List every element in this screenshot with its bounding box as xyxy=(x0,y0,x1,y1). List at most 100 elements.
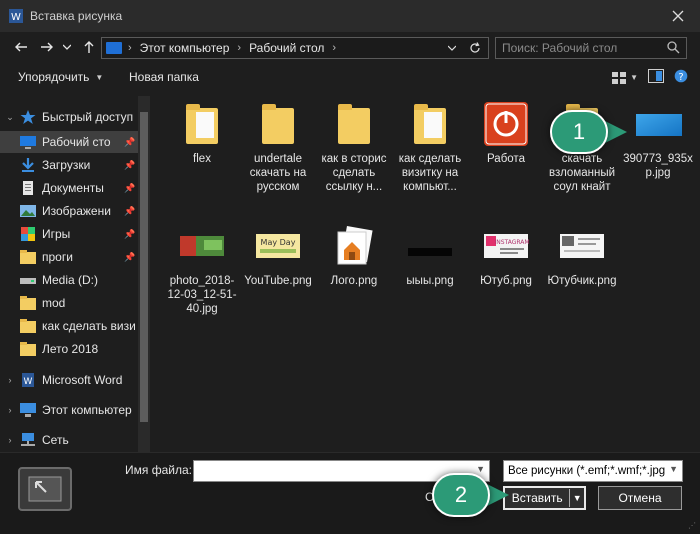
filename-input[interactable] xyxy=(194,461,469,481)
sidebar-item-media-d[interactable]: Media (D:) xyxy=(0,269,138,291)
file-name: ыыы.png xyxy=(406,275,454,287)
folder-icon xyxy=(20,319,36,333)
sidebar-item-progi[interactable]: проги 📌 xyxy=(0,246,138,268)
file-name: Лого.png xyxy=(330,275,378,287)
image-thumbnail-photo xyxy=(178,222,226,270)
organize-button[interactable]: Упорядочить ▼ xyxy=(18,70,103,84)
new-folder-button[interactable]: Новая папка xyxy=(129,70,199,84)
annotation-badge-2: 2 xyxy=(432,473,490,517)
organize-label: Упорядочить xyxy=(18,70,90,84)
sidebar-item-label: Документы xyxy=(42,181,104,195)
sidebar-item-mod[interactable]: mod xyxy=(0,292,138,314)
pin-icon: 📌 xyxy=(124,136,136,147)
word-icon: W xyxy=(9,9,23,23)
sidebar-item-documents[interactable]: Документы 📌 xyxy=(0,177,138,199)
file-item-rabota[interactable]: Работа xyxy=(468,100,544,166)
close-icon xyxy=(672,10,684,22)
cancel-label: Отмена xyxy=(618,491,662,505)
file-name: как сделать визитку на компьют... xyxy=(398,153,462,193)
computer-icon xyxy=(106,42,122,54)
file-item-yutubchik-png[interactable]: Ютубчик.png xyxy=(544,222,620,288)
preview-pane-icon xyxy=(648,69,664,83)
documents-icon xyxy=(23,181,33,195)
sidebar-item-label: как сделать визи xyxy=(42,319,136,333)
expand-chevron-icon[interactable]: › xyxy=(4,405,16,415)
help-icon: ? xyxy=(674,69,688,83)
sidebar-item-microsoft-word[interactable]: › W Microsoft Word xyxy=(0,369,138,391)
window-title: Вставка рисунка xyxy=(30,9,123,23)
help-button[interactable]: ? xyxy=(674,69,688,86)
file-name: undertale скачать на русском xyxy=(249,153,307,193)
sidebar-item-label: Быстрый доступ xyxy=(42,110,134,124)
filename-label: Имя файла: xyxy=(125,463,192,477)
view-mode-button[interactable]: ▼ xyxy=(612,71,638,84)
sidebar-scrollbar[interactable] xyxy=(138,96,150,452)
cancel-button[interactable]: Отмена xyxy=(598,486,682,510)
image-thumbnail-instagram: INSTAGRAM xyxy=(482,222,530,270)
scrollbar-thumb[interactable] xyxy=(140,112,148,422)
address-dropdown-button[interactable] xyxy=(444,38,460,58)
file-item-390773[interactable]: 390773_935xp.jpg xyxy=(620,100,696,180)
pin-icon: 📌 xyxy=(124,182,136,193)
filetype-select[interactable]: Все рисунки (*.emf;*.wmf;*.jpg ▼ xyxy=(503,460,683,482)
sidebar-item-label: Игры xyxy=(42,227,71,241)
file-item-youtube-png[interactable]: May Day YouTube.png xyxy=(240,222,316,288)
image-thumbnail-youtube: May Day xyxy=(254,222,302,270)
breadcrumb-this-pc[interactable]: Этот компьютер xyxy=(140,41,230,55)
insert-button[interactable]: Вставить ▼ xyxy=(503,486,586,510)
breadcrumb-desktop[interactable]: Рабочий стол xyxy=(249,41,324,55)
caret-down-icon: ▼ xyxy=(95,72,104,82)
sidebar-item-summer-2018[interactable]: Лето 2018 xyxy=(0,338,138,360)
refresh-button[interactable] xyxy=(466,38,484,58)
file-item-logo-png[interactable]: Лого.png xyxy=(316,222,392,288)
sidebar-item-label: Лето 2018 xyxy=(42,342,99,356)
search-icon xyxy=(667,41,680,54)
preview-toggle-button[interactable] xyxy=(18,467,72,511)
star-icon xyxy=(20,110,36,124)
file-item-yutub-png[interactable]: INSTAGRAM Ютуб.png xyxy=(468,222,544,288)
image-thumbnail-doc xyxy=(558,222,606,270)
file-item-flex[interactable]: flex xyxy=(164,100,240,166)
navigation-pane: ⌄ Быстрый доступ Рабочий сто 📌 Загрузки … xyxy=(0,96,150,452)
sidebar-item-downloads[interactable]: Загрузки 📌 xyxy=(0,154,138,176)
insert-options-dropdown[interactable]: ▼ xyxy=(570,493,584,503)
chevron-down-icon[interactable]: ▼ xyxy=(476,464,485,474)
sidebar-item-this-pc[interactable]: › Этот компьютер xyxy=(0,399,138,421)
close-button[interactable] xyxy=(656,0,700,32)
sidebar-item-network[interactable]: › Сеть xyxy=(0,429,138,451)
resize-grip-icon[interactable]: ⋰ xyxy=(688,521,696,530)
word-icon: W xyxy=(22,373,34,387)
expand-chevron-icon[interactable]: ⌄ xyxy=(4,112,16,123)
file-item-undertale[interactable]: undertale скачать на русском xyxy=(240,100,316,194)
breadcrumb-separator-icon: › xyxy=(237,42,242,54)
sidebar-item-quick-access[interactable]: ⌄ Быстрый доступ xyxy=(0,106,138,128)
file-item-visit-card[interactable]: как сделать визитку на компьют... xyxy=(392,100,468,194)
drive-icon xyxy=(20,278,36,284)
sidebar-item-visit-card[interactable]: как сделать визи xyxy=(0,315,138,337)
address-bar[interactable]: › Этот компьютер › Рабочий стол › xyxy=(101,37,489,59)
search-input[interactable] xyxy=(496,38,662,58)
chevron-down-icon xyxy=(448,45,456,51)
file-item-yyy-png[interactable]: ыыы.png xyxy=(392,222,468,288)
svg-text:May Day: May Day xyxy=(261,238,296,247)
file-item-stories-link[interactable]: как в сторис сделать ссылку н... xyxy=(316,100,392,194)
search-box[interactable] xyxy=(495,37,687,59)
recent-locations-button[interactable] xyxy=(60,36,74,58)
up-button[interactable] xyxy=(78,36,100,58)
download-icon xyxy=(22,158,34,172)
breadcrumb-separator-icon: › xyxy=(128,42,132,54)
breadcrumb-separator-icon: › xyxy=(332,42,337,54)
sidebar-item-desktop[interactable]: Рабочий сто 📌 xyxy=(0,131,138,153)
annotation-badge-1: 1 xyxy=(550,110,608,154)
expand-chevron-icon[interactable]: › xyxy=(4,375,16,385)
sidebar-item-pictures[interactable]: Изображени 📌 xyxy=(0,200,138,222)
svg-text:?: ? xyxy=(678,72,683,83)
back-button[interactable] xyxy=(10,36,32,58)
forward-button[interactable] xyxy=(36,36,58,58)
caret-down-icon: ▼ xyxy=(630,73,638,82)
sidebar-item-games[interactable]: Игры 📌 xyxy=(0,223,138,245)
preview-pane-button[interactable] xyxy=(648,69,664,86)
file-item-photo-2018[interactable]: photo_2018-12-03_12-51-40.jpg xyxy=(164,222,240,316)
pictures-icon xyxy=(20,205,36,217)
expand-chevron-icon[interactable]: › xyxy=(4,435,16,445)
